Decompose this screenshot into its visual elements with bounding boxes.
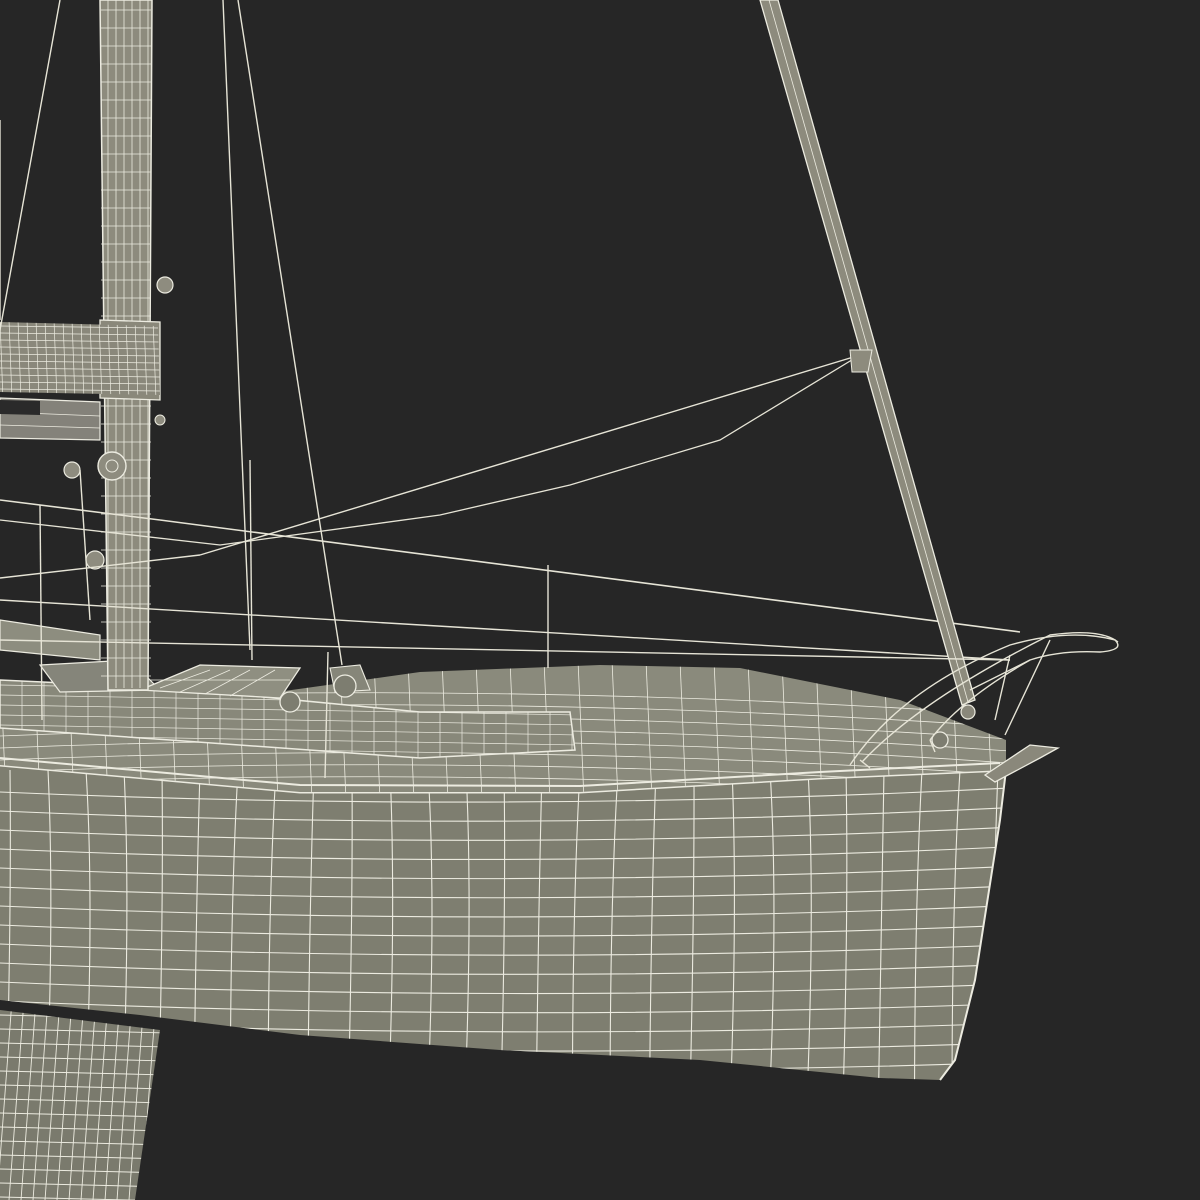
furled-mainsail (0, 322, 160, 395)
boom (0, 397, 101, 441)
render-viewport (0, 0, 1200, 1200)
forestay-pole (759, 0, 976, 706)
keel (0, 1010, 160, 1200)
lifelines (0, 639, 1011, 661)
sailboat-wireframe (0, 0, 1119, 1200)
